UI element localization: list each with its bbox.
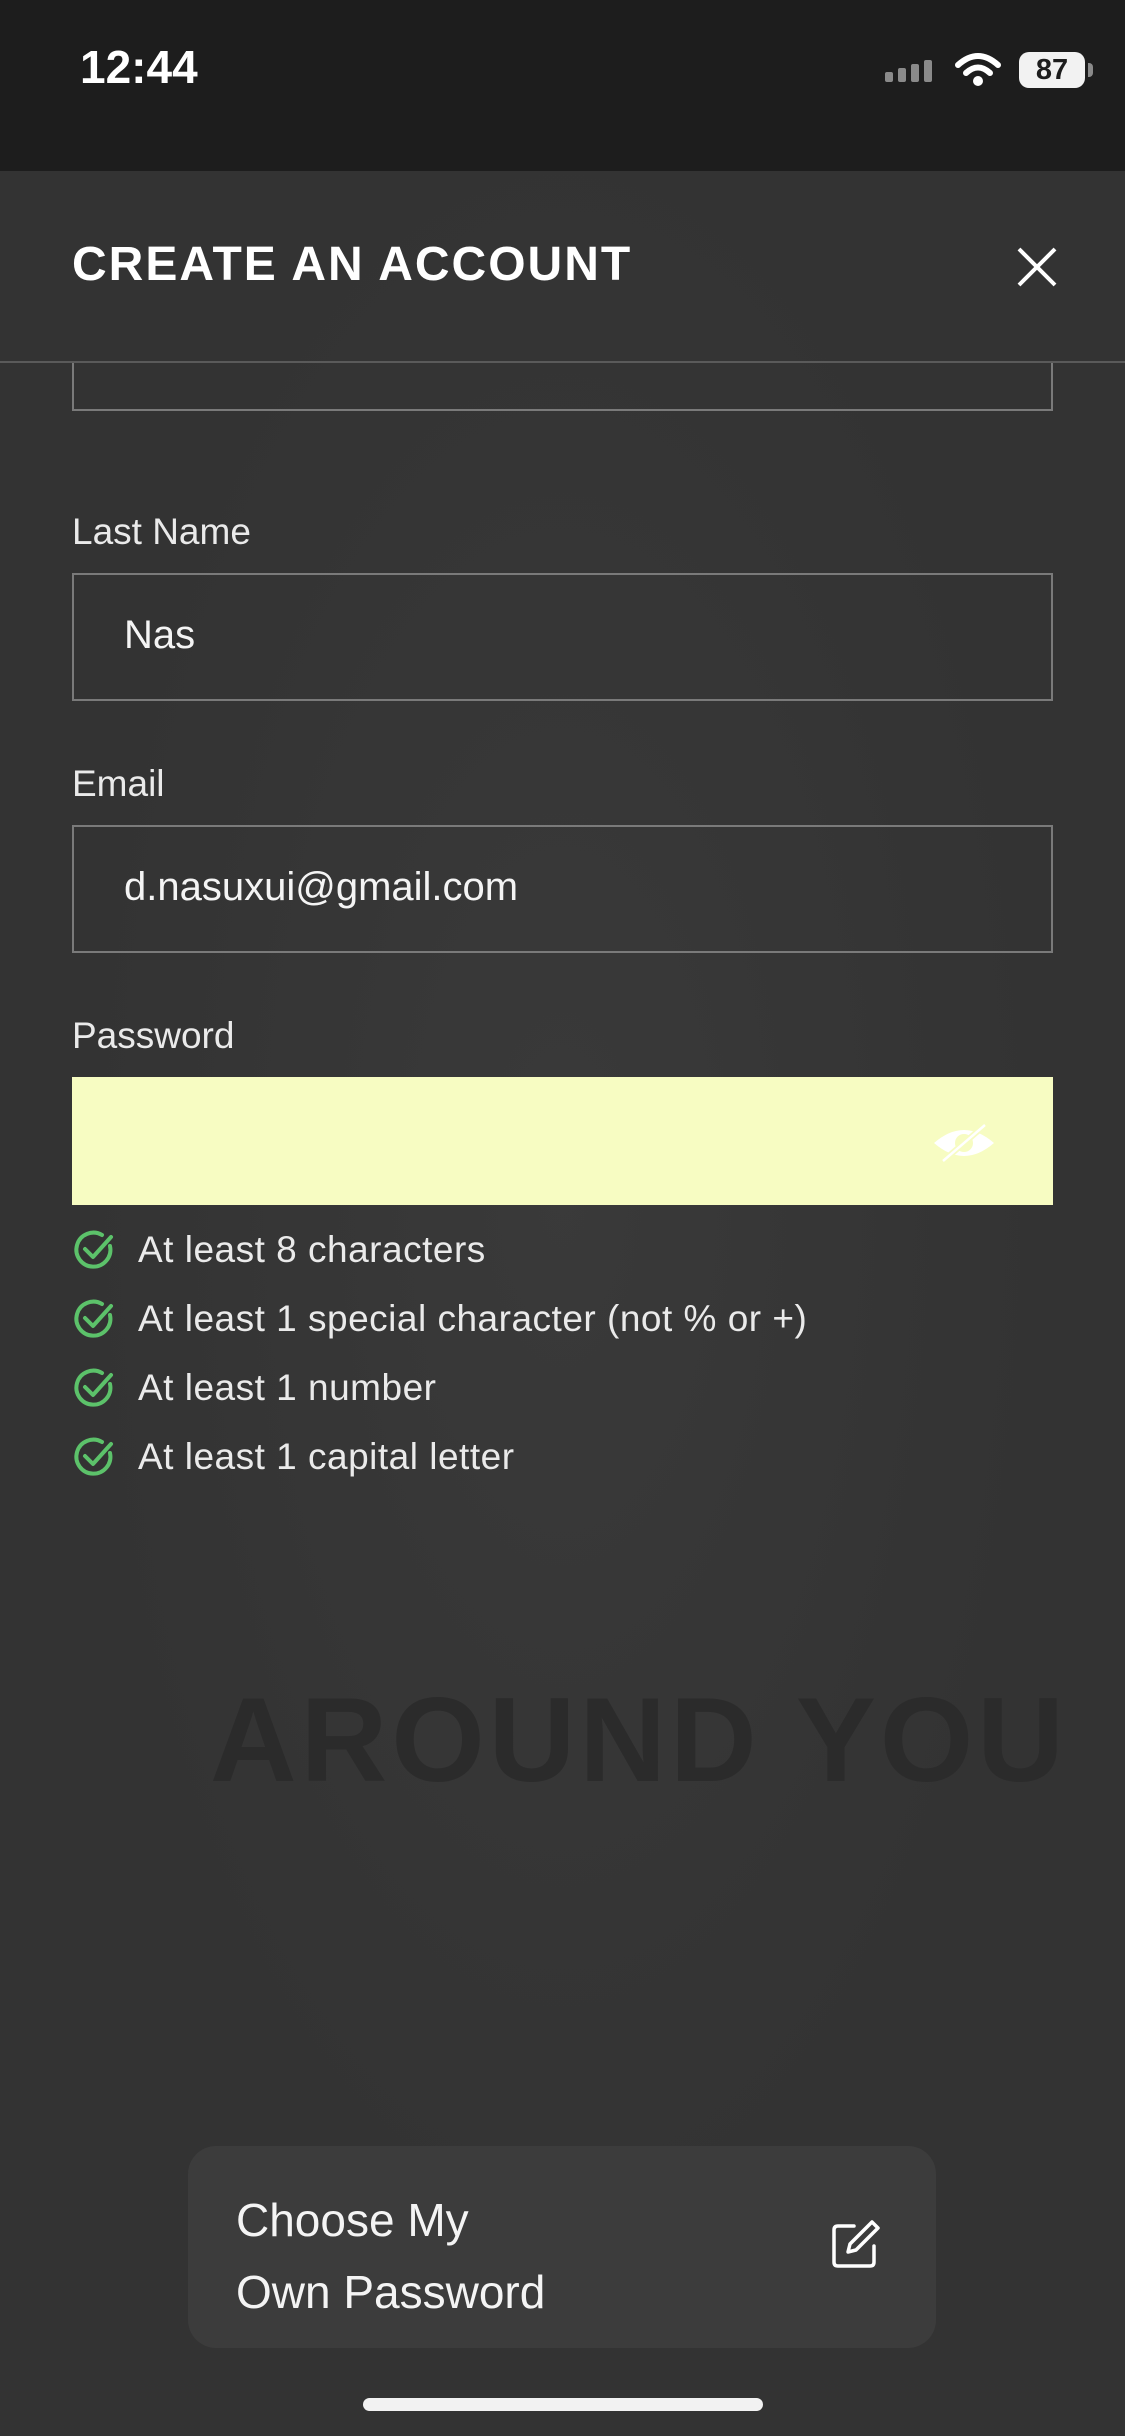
home-indicator[interactable]	[363, 2398, 763, 2411]
page-title: CREATE AN ACCOUNT	[72, 238, 633, 291]
cellular-signal-icon	[885, 60, 932, 82]
choose-own-password-button[interactable]: Choose My Own Password	[188, 2146, 936, 2348]
create-account-sheet: CREATE AN ACCOUNT D Last Name Nas Email …	[0, 171, 1125, 2436]
first-name-field[interactable]: D	[72, 363, 1053, 411]
choose-own-password-label: Choose My Own Password	[236, 2184, 545, 2328]
requirement-text: At least 1 special character (not % or +…	[138, 1298, 808, 1339]
choose-own-password-line2: Own Password	[236, 2266, 546, 2318]
last-name-value: Nas	[124, 613, 196, 657]
close-icon[interactable]	[1009, 239, 1065, 295]
battery-icon: 87	[1019, 52, 1093, 88]
check-circle-icon	[74, 1230, 113, 1269]
password-field[interactable]	[72, 1077, 1053, 1205]
requirement-item: At least 1 special character (not % or +…	[72, 1297, 807, 1341]
status-icons: 87	[885, 48, 1093, 92]
last-name-field[interactable]: Nas	[72, 573, 1053, 701]
requirement-text: At least 1 number	[138, 1367, 437, 1408]
email-field[interactable]: d.nasuxui@gmail.com	[72, 825, 1053, 953]
status-time: 12:44	[80, 41, 198, 93]
check-circle-icon	[74, 1299, 113, 1338]
eye-slash-icon[interactable]	[931, 1121, 997, 1165]
requirement-text: At least 1 capital letter	[138, 1436, 515, 1477]
status-bar: 12:44 87	[0, 0, 1125, 171]
form-scroll-area[interactable]: D Last Name Nas Email d.nasuxui@gmail.co…	[0, 363, 1125, 1485]
check-circle-icon	[74, 1437, 113, 1476]
check-circle-icon	[74, 1368, 113, 1407]
last-name-label: Last Name	[72, 511, 251, 552]
password-label: Password	[72, 1015, 235, 1056]
requirement-text: At least 8 characters	[138, 1229, 486, 1270]
email-label: Email	[72, 763, 165, 804]
sheet-header: CREATE AN ACCOUNT	[0, 171, 1125, 363]
requirement-item: At least 1 capital letter	[72, 1435, 515, 1479]
requirement-item: At least 8 characters	[72, 1228, 486, 1272]
background-watermark-text: AROUND YOU	[210, 1673, 1068, 1807]
requirement-item: At least 1 number	[72, 1366, 436, 1410]
email-value: d.nasuxui@gmail.com	[124, 865, 519, 909]
wifi-icon	[955, 53, 1001, 86]
choose-own-password-line1: Choose My	[236, 2194, 469, 2246]
edit-icon	[832, 2220, 880, 2268]
